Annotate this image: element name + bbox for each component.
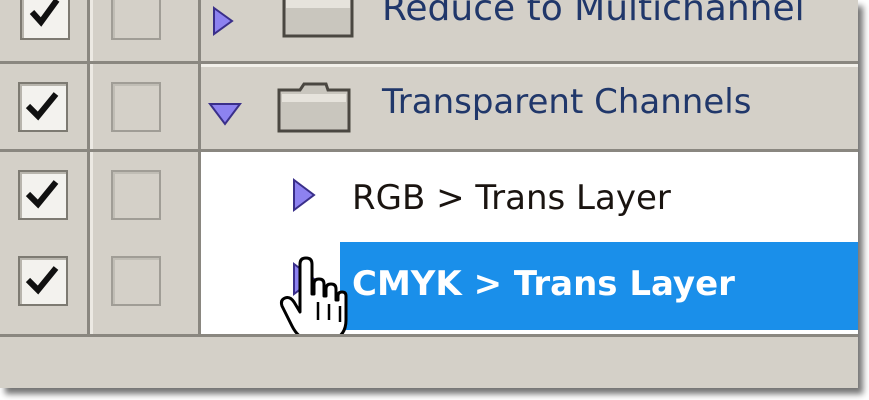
dialog-toggle-checkbox[interactable]: [111, 256, 161, 306]
toggle-column: [0, 242, 90, 334]
item-toggle-checkbox[interactable]: [18, 256, 68, 306]
dialog-toggle-column: [90, 64, 201, 152]
dialog-toggle-checkbox[interactable]: [111, 0, 161, 40]
checkmark-icon: [25, 92, 59, 121]
item-toggle-checkbox[interactable]: [18, 82, 68, 132]
toggle-column: [0, 64, 90, 152]
action-set-label: Reduce to Multichannel: [382, 0, 805, 29]
checkmark-icon: [25, 266, 59, 295]
dialog-toggle-column: [90, 152, 201, 242]
checkmark-icon: [25, 180, 59, 209]
checkmark-icon: [29, 0, 60, 27]
hand-cursor-icon: [279, 256, 348, 342]
action-label: CMYK > Trans Layer: [352, 264, 735, 304]
item-toggle-checkbox[interactable]: [18, 170, 68, 220]
action-set-row[interactable]: Transparent Channels: [0, 64, 858, 155]
folder-icon: [277, 82, 351, 133]
panel-footer: [0, 334, 858, 388]
collapsed-triangle-icon[interactable]: [292, 178, 316, 212]
item-toggle-checkbox[interactable]: [20, 0, 70, 40]
dialog-toggle-column: [90, 242, 201, 334]
action-row-selected[interactable]: CMYK > Trans Layer: [0, 242, 858, 342]
folder-icon: [282, 0, 354, 38]
dialog-toggle-checkbox[interactable]: [111, 170, 161, 220]
expanded-triangle-icon[interactable]: [208, 102, 242, 126]
toggle-column: [0, 152, 90, 242]
action-set-label: Transparent Channels: [382, 82, 752, 122]
dialog-toggle-checkbox[interactable]: [111, 82, 161, 132]
actions-panel: Reduce to Multichannel Transparent Chann…: [0, 0, 858, 388]
toggle-column: [0, 0, 90, 64]
collapsed-triangle-icon[interactable]: [212, 6, 234, 36]
dialog-toggle-column: [90, 0, 201, 64]
action-label: RGB > Trans Layer: [352, 178, 671, 218]
action-row[interactable]: RGB > Trans Layer: [0, 152, 858, 242]
action-set-row[interactable]: Reduce to Multichannel: [0, 0, 858, 67]
